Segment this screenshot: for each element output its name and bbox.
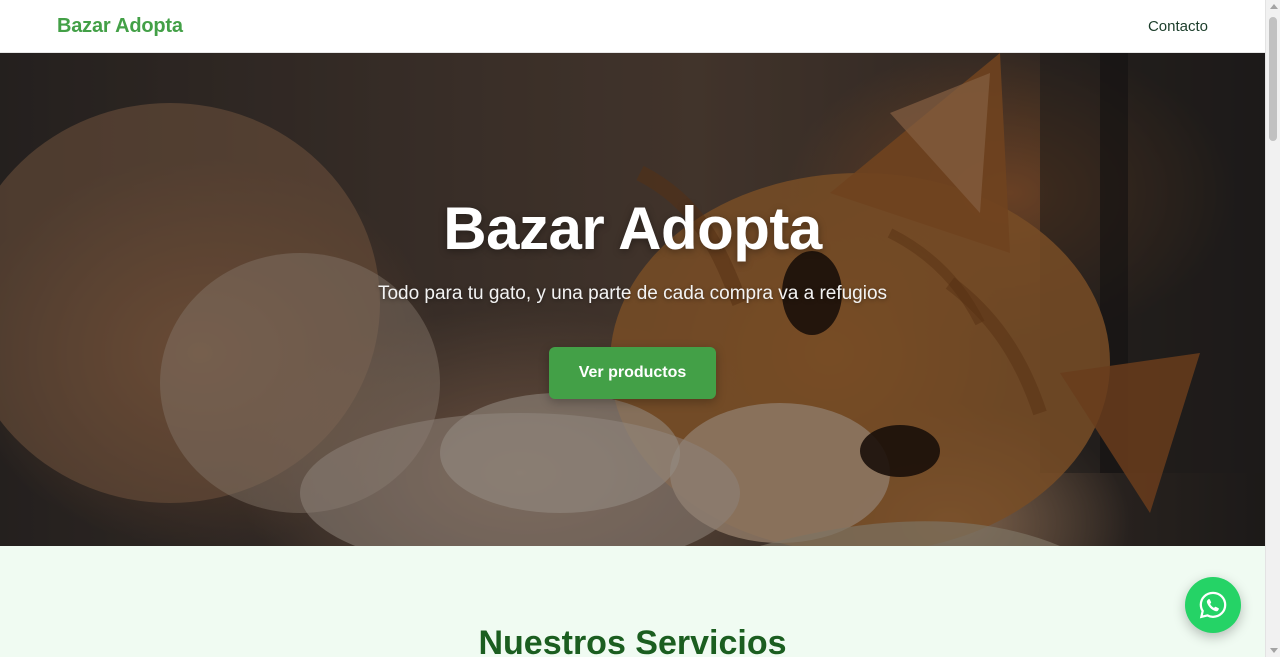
site-header: Bazar Adopta Contacto	[0, 0, 1265, 53]
scroll-up-arrow-icon[interactable]	[1270, 4, 1278, 9]
brand-logo[interactable]: Bazar Adopta	[57, 15, 183, 38]
whatsapp-button[interactable]	[1185, 577, 1241, 633]
nav-link-contact[interactable]: Contacto	[1148, 18, 1208, 35]
whatsapp-icon	[1199, 591, 1227, 619]
hero-content: Bazar Adopta Todo para tu gato, y una pa…	[0, 53, 1265, 546]
services-title: Nuestros Servicios	[478, 624, 787, 657]
hero-section: Bazar Adopta Todo para tu gato, y una pa…	[0, 53, 1265, 546]
hero-title: Bazar Adopta	[443, 195, 822, 262]
services-section: Nuestros Servicios	[0, 546, 1265, 657]
view-products-button[interactable]: Ver productos	[549, 347, 716, 399]
scroll-down-arrow-icon[interactable]	[1270, 648, 1278, 653]
hero-subtitle: Todo para tu gato, y una parte de cada c…	[377, 283, 888, 304]
page: Bazar Adopta Contacto Bazar Adopta Todo …	[0, 0, 1280, 657]
scroll-thumb[interactable]	[1269, 17, 1277, 141]
page-scrollbar[interactable]	[1265, 0, 1280, 657]
